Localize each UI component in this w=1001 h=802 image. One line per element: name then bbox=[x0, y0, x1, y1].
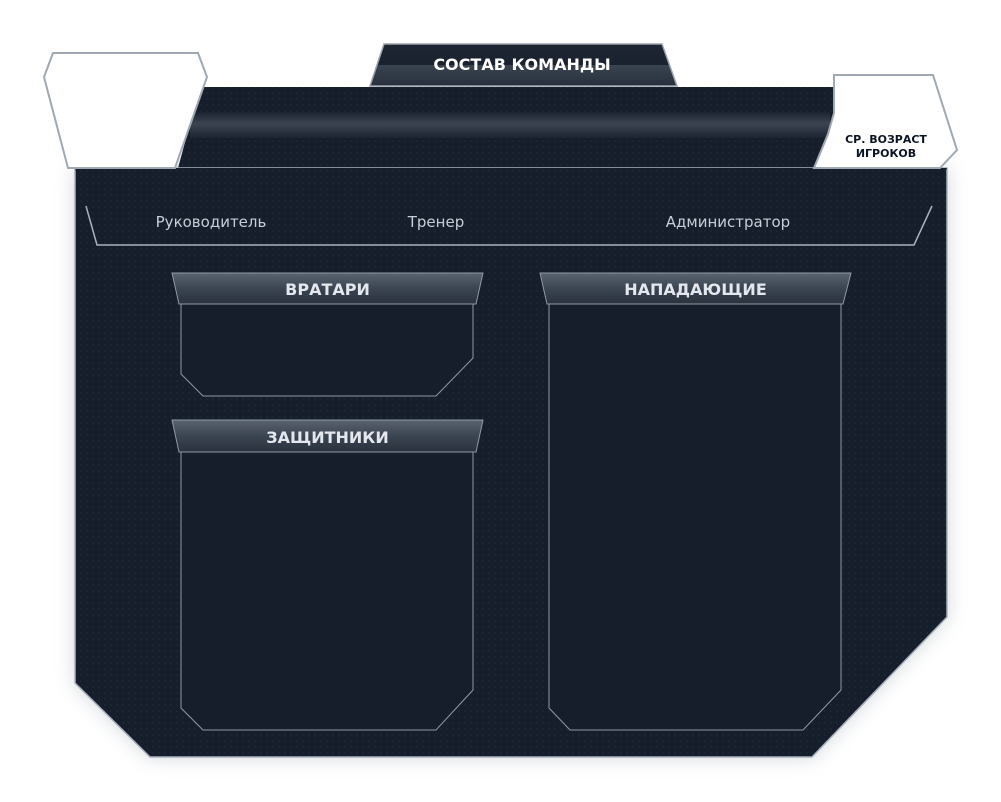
staff-manager[interactable]: Руководитель bbox=[131, 213, 291, 231]
avg-age-label-line2: ИГРОКОВ bbox=[855, 147, 917, 160]
goalkeepers-list bbox=[182, 306, 472, 394]
staff-band bbox=[75, 168, 947, 245]
team-logo-slot[interactable] bbox=[60, 60, 195, 160]
avg-age-label: СР. ВОЗРАСТ ИГРОКОВ bbox=[820, 133, 952, 161]
staff-coach[interactable]: Тренер bbox=[376, 213, 496, 231]
staff-administrator[interactable]: Администратор bbox=[637, 213, 819, 231]
defenders-list bbox=[182, 454, 472, 728]
defenders-title: ЗАЩИТНИКИ bbox=[266, 428, 389, 447]
goalkeepers-title: ВРАТАРИ bbox=[285, 280, 370, 299]
forwards-title: НАПАДАЮЩИЕ bbox=[624, 280, 767, 299]
avg-age-label-line1: СР. ВОЗРАСТ bbox=[845, 133, 927, 146]
forwards-list bbox=[550, 306, 840, 728]
page-title: СОСТАВ КОМАНДЫ bbox=[433, 55, 611, 74]
